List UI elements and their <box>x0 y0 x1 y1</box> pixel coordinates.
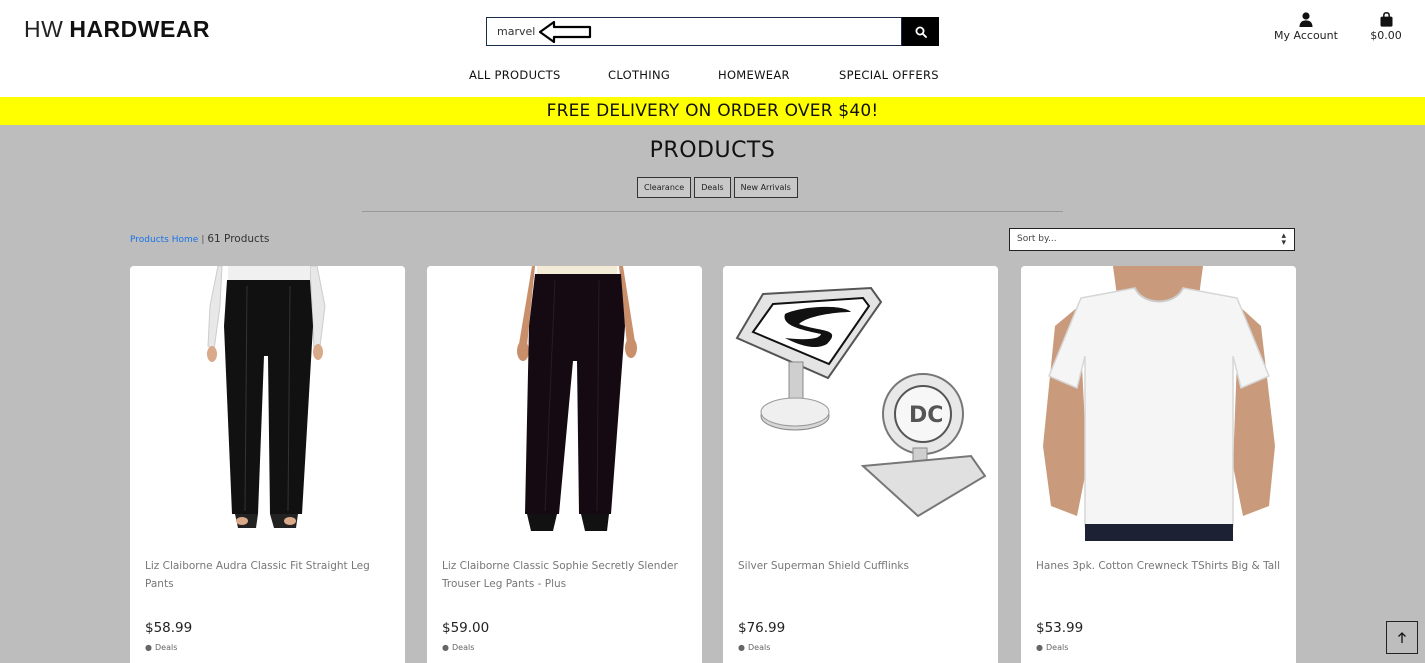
search-input[interactable] <box>486 17 902 46</box>
filter-clearance[interactable]: Clearance <box>637 177 692 198</box>
banner-text: FREE DELIVERY ON ORDER OVER $40! <box>546 101 879 121</box>
product-tag[interactable]: ● Deals <box>145 643 177 652</box>
search-button[interactable] <box>902 17 939 46</box>
nav-clothing[interactable]: CLOTHING <box>608 68 670 82</box>
site-logo[interactable]: HW HARDWEAR <box>24 16 210 43</box>
main-nav: ALL PRODUCTS CLOTHING HOMEWEAR SPECIAL O… <box>0 68 1425 86</box>
product-image[interactable] <box>130 266 405 541</box>
site-header: HWHARDWEAR My Account $0.00 ALL PRODUCTS… <box>0 0 1425 97</box>
product-image[interactable] <box>427 266 702 541</box>
shopping-bag-icon <box>1380 12 1392 27</box>
search-icon <box>915 26 927 38</box>
svg-text:DC: DC <box>909 403 943 428</box>
product-card[interactable]: DC Silver Superman Shield Cufflinks $76.… <box>723 266 998 663</box>
filter-new-arrivals[interactable]: New Arrivals <box>733 177 798 198</box>
account-label: My Account <box>1274 29 1338 42</box>
product-tag[interactable]: ● Deals <box>1036 643 1068 652</box>
nav-all-products[interactable]: ALL PRODUCTS <box>469 68 561 82</box>
tag-icon: ● <box>738 643 745 652</box>
product-price: $59.00 <box>442 620 490 636</box>
logo-prefix: HW <box>24 16 64 42</box>
product-price: $58.99 <box>145 620 193 636</box>
product-name[interactable]: Liz Claiborne Audra Classic Fit Straight… <box>145 557 395 593</box>
breadcrumb-separator: | <box>201 235 205 245</box>
white-tshirt-image <box>1021 266 1296 541</box>
tag-label: Deals <box>1045 643 1069 652</box>
arrow-up-icon <box>1398 631 1406 643</box>
black-pants-image <box>130 266 405 541</box>
product-tag[interactable]: ● Deals <box>738 643 770 652</box>
product-card[interactable]: Liz Claiborne Audra Classic Fit Straight… <box>130 266 405 663</box>
tag-label: Deals <box>451 643 475 652</box>
free-delivery-banner: FREE DELIVERY ON ORDER OVER $40! <box>0 97 1425 125</box>
tag-label: Deals <box>154 643 178 652</box>
tag-icon: ● <box>442 643 449 652</box>
sort-selected-value: Sort by... <box>1017 234 1057 244</box>
product-card[interactable]: Liz Claiborne Classic Sophie Secretly Sl… <box>427 266 702 663</box>
product-name[interactable]: Hanes 3pk. Cotton Crewneck TShirts Big &… <box>1036 557 1286 575</box>
tag-icon: ● <box>1036 643 1043 652</box>
breadcrumb: Products Home | 61 Products <box>130 233 269 245</box>
product-price: $76.99 <box>738 620 786 636</box>
sort-select[interactable]: Sort by... ▴ ▾ <box>1009 228 1295 251</box>
page-title: PRODUCTS <box>649 138 776 163</box>
filter-deals[interactable]: Deals <box>694 177 731 198</box>
cart-link[interactable]: $0.00 <box>1364 12 1408 42</box>
product-name[interactable]: Liz Claiborne Classic Sophie Secretly Sl… <box>442 557 692 593</box>
my-account-link[interactable]: My Account <box>1270 12 1342 42</box>
search-bar <box>486 17 939 46</box>
product-tag[interactable]: ● Deals <box>442 643 474 652</box>
scroll-to-top-button[interactable] <box>1386 621 1418 654</box>
logo-name: HARDWEAR <box>69 16 211 42</box>
user-icon <box>1299 12 1313 27</box>
filter-tabs: Clearance Deals New Arrivals <box>637 177 798 198</box>
cufflinks-image: DC <box>723 266 998 541</box>
breadcrumb-products-home[interactable]: Products Home <box>130 235 198 245</box>
tag-label: Deals <box>747 643 771 652</box>
cart-total: $0.00 <box>1370 29 1402 42</box>
select-arrows-icon: ▴ ▾ <box>1281 231 1286 248</box>
product-image[interactable]: DC <box>723 266 998 541</box>
product-image[interactable] <box>1021 266 1296 541</box>
black-trousers-image <box>427 266 702 541</box>
divider <box>362 211 1063 212</box>
nav-special-offers[interactable]: SPECIAL OFFERS <box>839 68 939 82</box>
product-name[interactable]: Silver Superman Shield Cufflinks <box>738 557 988 575</box>
product-count: 61 Products <box>207 233 270 245</box>
product-price: $53.99 <box>1036 620 1084 636</box>
tag-icon: ● <box>145 643 152 652</box>
nav-homewear[interactable]: HOMEWEAR <box>718 68 790 82</box>
product-card[interactable]: Hanes 3pk. Cotton Crewneck TShirts Big &… <box>1021 266 1296 663</box>
